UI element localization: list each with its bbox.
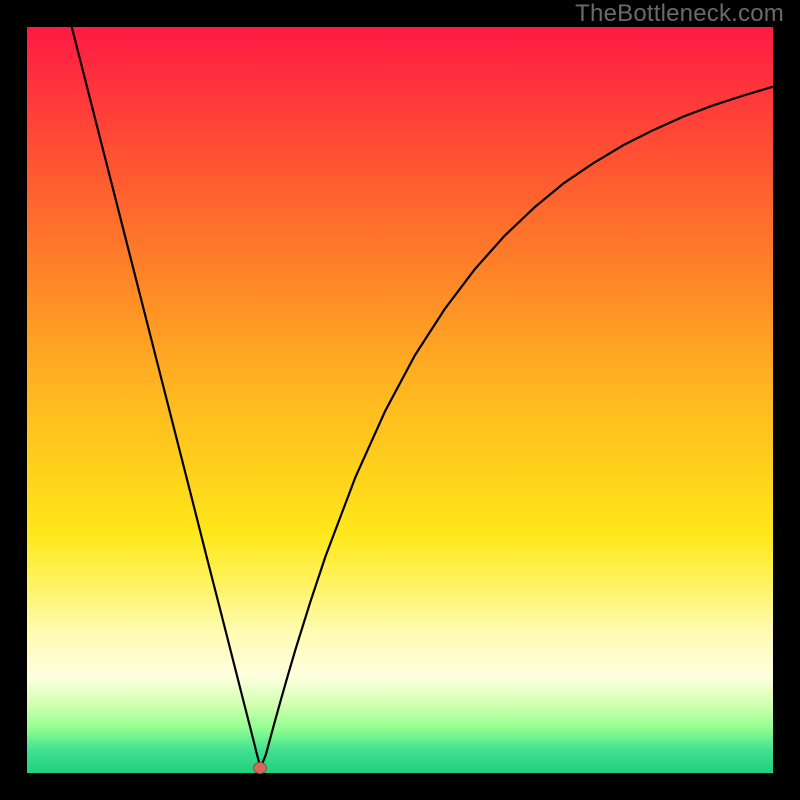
watermark: TheBottleneck.com (575, 0, 784, 28)
chart-frame: TheBottleneck.com (0, 0, 800, 800)
curve-svg (27, 27, 773, 773)
plot-area (27, 27, 773, 773)
bottleneck-curve (72, 27, 773, 768)
minimum-marker (253, 762, 267, 774)
